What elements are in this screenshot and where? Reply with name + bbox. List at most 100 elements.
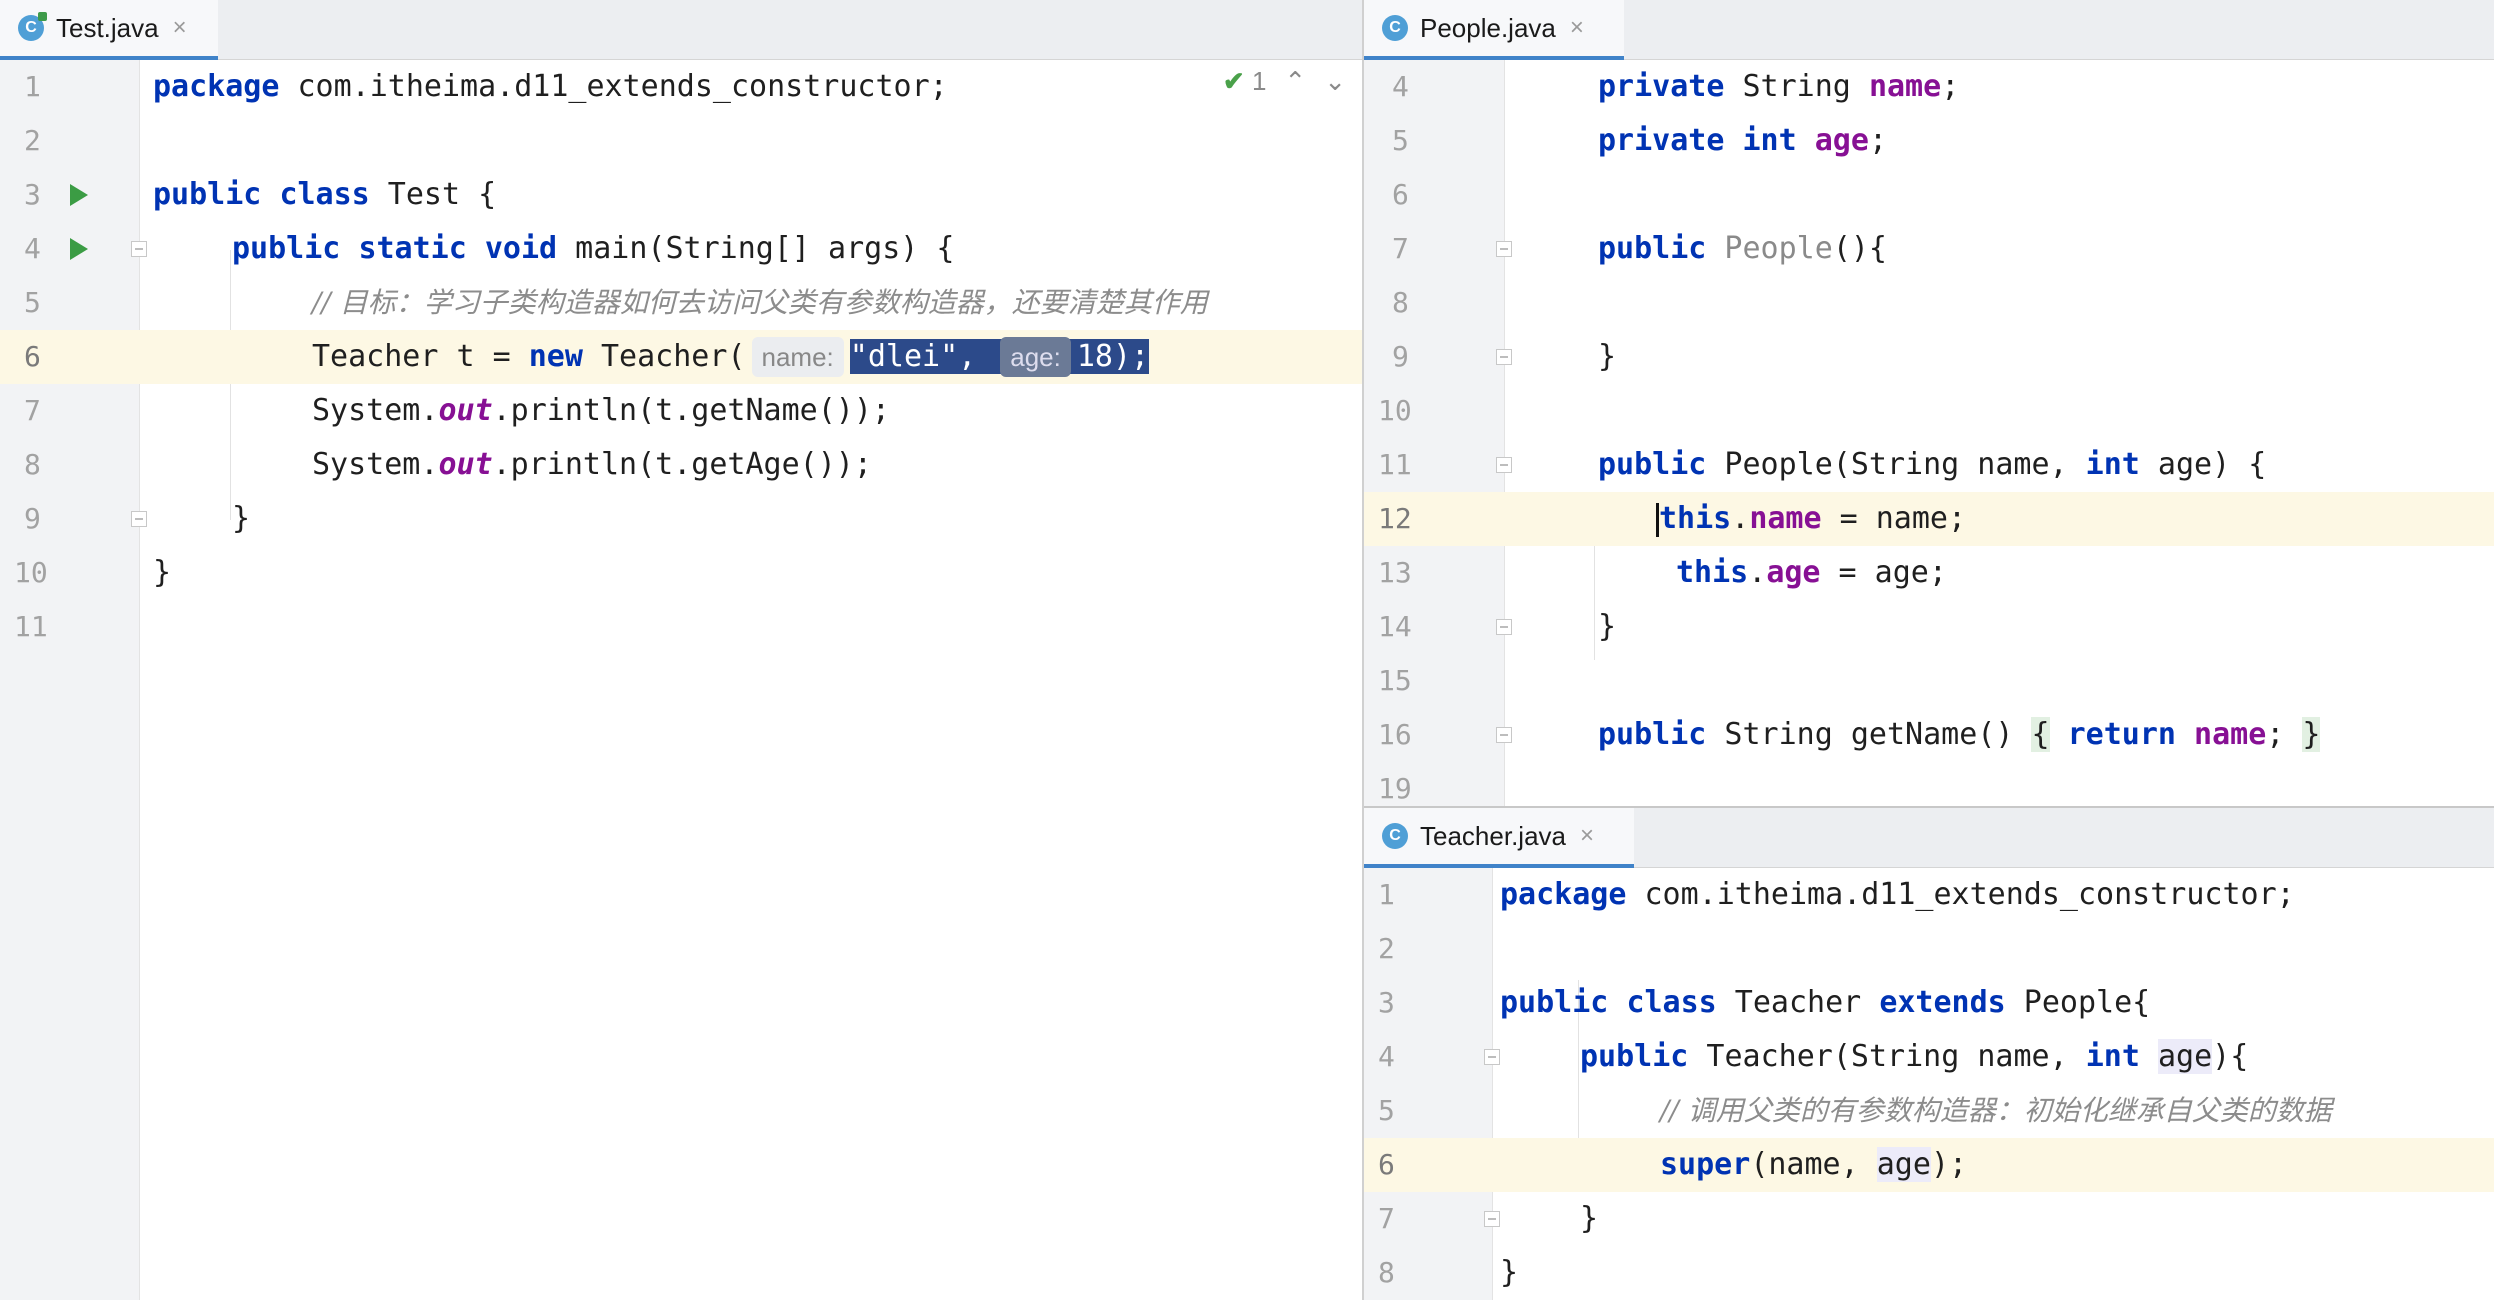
code-line: 5 // 调用父类的有参数构造器：初始化继承自父类的数据	[1364, 1084, 2494, 1138]
selection[interactable]: "dlei", age: 18);	[849, 337, 1150, 377]
code-editor[interactable]: 1 package com.itheima.d11_extends_constr…	[0, 60, 1362, 1300]
code-line: 2	[1364, 922, 2494, 976]
code-token: );	[1930, 1147, 1968, 1182]
code-token: .	[1731, 501, 1750, 536]
comment: // 目标：学习子类构造器如何去访问父类有参数构造器，还要清楚其作用	[312, 286, 1208, 319]
keyword: int	[2085, 447, 2140, 482]
fold-icon[interactable]	[131, 511, 147, 527]
tab-bar: C Test.java ×	[0, 0, 1362, 60]
static-field: out	[438, 393, 493, 428]
code-text: super(name, age);	[1660, 1138, 1967, 1192]
code-text: }	[232, 501, 251, 536]
code-text: System.out.println(t.getAge());	[312, 438, 872, 492]
field: age	[1766, 555, 1821, 590]
fold-icon[interactable]	[1496, 619, 1512, 635]
keyword: public	[153, 177, 262, 212]
code-text: }	[1598, 339, 1617, 374]
fold-icon[interactable]	[1496, 349, 1512, 365]
run-icon[interactable]	[70, 184, 88, 206]
tab-label: People.java	[1420, 12, 1556, 43]
tab-test-java[interactable]: C Test.java ×	[0, 0, 218, 60]
fold-icon[interactable]	[1484, 1049, 1500, 1065]
line-number: 10	[1378, 394, 1412, 427]
fold-icon[interactable]	[1496, 241, 1512, 257]
line-number: 16	[1378, 718, 1412, 751]
keyword: void	[484, 231, 558, 266]
tab-bar: C People.java ×	[1364, 0, 2494, 60]
folded-brace[interactable]: {	[2031, 717, 2050, 752]
java-class-icon: C	[18, 12, 47, 41]
code-text: public Teacher(String name, int age){	[1580, 1030, 2248, 1084]
code-line: 7 public People(){	[1364, 222, 2494, 276]
code-token: ;	[1868, 123, 1887, 158]
code-line: 11 public People(String name, int age) {	[1364, 438, 2494, 492]
field: age	[1814, 123, 1869, 158]
code-token: System.	[312, 447, 439, 482]
code-token: Teacher t =	[312, 339, 529, 374]
class-name: Teacher	[1716, 985, 1880, 1020]
code-text: public class Test {	[153, 168, 496, 222]
fold-icon[interactable]	[1496, 457, 1512, 473]
code-token: .println(t.getName());	[492, 393, 890, 428]
line-number: 12	[1378, 502, 1412, 535]
folded-brace[interactable]: }	[2302, 717, 2321, 752]
fold-icon[interactable]	[131, 241, 147, 257]
code-token: String getName()	[1706, 717, 2032, 752]
line-number: 9	[1392, 340, 1409, 373]
code-token: (name,	[1750, 1147, 1877, 1182]
code-line: 7 System.out.println(t.getName());	[0, 384, 1362, 438]
code-line: 5 // 目标：学习子类构造器如何去访问父类有参数构造器，还要清楚其作用	[0, 276, 1362, 330]
line-number: 6	[1392, 178, 1409, 211]
line-number: 11	[14, 610, 48, 643]
code-editor[interactable]: 4 private String name; 5 private int age…	[1364, 60, 2494, 806]
expand-icon[interactable]	[1496, 727, 1512, 743]
keyword: public	[1598, 717, 1707, 752]
keyword: class	[1626, 985, 1717, 1020]
keyword: package	[153, 69, 280, 104]
fold-icon[interactable]	[1484, 1211, 1500, 1227]
keyword: return	[2067, 717, 2176, 752]
keyword: int	[2085, 1039, 2140, 1074]
static-field: out	[438, 447, 493, 482]
line-number: 10	[14, 556, 48, 589]
code-token: = name;	[1821, 501, 1967, 536]
code-line: 4 public static void main(String[] args)…	[0, 222, 1362, 276]
line-number: 15	[1378, 664, 1412, 697]
tab-people-java[interactable]: C People.java ×	[1364, 0, 1624, 60]
code-line-current: 6 Teacher t = new Teacher(name: "dlei", a…	[0, 330, 1362, 384]
code-text: Teacher t = new Teacher(name: "dlei", age…	[312, 330, 1150, 384]
code-text: package com.itheima.d11_extends_construc…	[1500, 868, 2295, 922]
tab-teacher-java[interactable]: C Teacher.java ×	[1364, 808, 1634, 868]
field: name	[1868, 69, 1942, 104]
line-number: 4	[1378, 1040, 1395, 1073]
unused-constructor: People	[1706, 231, 1833, 266]
code-line: 1 package com.itheima.d11_extends_constr…	[1364, 868, 2494, 922]
line-number: 7	[24, 394, 41, 427]
close-icon[interactable]: ×	[1580, 822, 1594, 850]
line-number: 6	[24, 340, 41, 373]
line-number: 6	[1378, 1148, 1395, 1181]
code-line: 4 public Teacher(String name, int age){	[1364, 1030, 2494, 1084]
close-icon[interactable]: ×	[1570, 14, 1584, 42]
close-icon[interactable]: ×	[173, 14, 187, 42]
line-number: 14	[1378, 610, 1412, 643]
keyword: new	[528, 339, 583, 374]
code-token: Teacher(	[582, 339, 746, 374]
code-text: package com.itheima.d11_extends_construc…	[153, 60, 948, 114]
run-icon[interactable]	[70, 238, 88, 260]
java-class-icon: C	[1382, 15, 1408, 41]
code-token: ){	[2212, 1039, 2249, 1074]
code-token: Teacher(String name,	[1688, 1039, 2086, 1074]
keyword: private	[1598, 123, 1725, 158]
keyword: super	[1660, 1147, 1751, 1182]
code-text: private String name;	[1598, 60, 1959, 114]
tab-bar: C Teacher.java ×	[1364, 808, 2494, 868]
code-editor[interactable]: 1 package com.itheima.d11_extends_constr…	[1364, 868, 2494, 1300]
keyword: public	[1500, 985, 1609, 1020]
line-number: 5	[24, 286, 41, 319]
code-line: 8	[1364, 276, 2494, 330]
keyword: this	[1676, 555, 1749, 590]
code-line: 4 private String name;	[1364, 60, 2494, 114]
code-token: ;	[2266, 717, 2285, 752]
line-number: 2	[1378, 932, 1395, 965]
